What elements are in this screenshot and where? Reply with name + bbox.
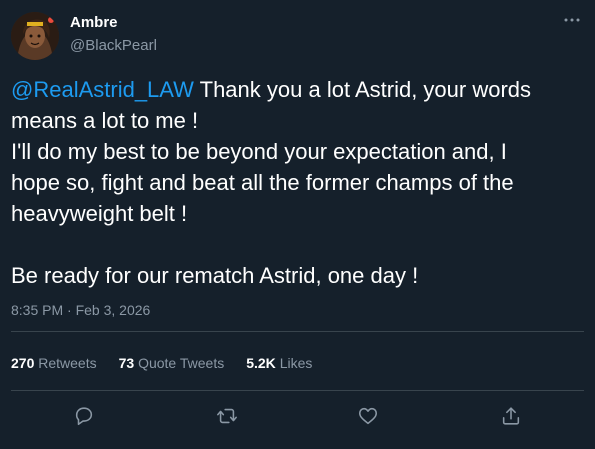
tweet-line: @RealAstrid_LAW Thank you a lot Astrid, … bbox=[11, 74, 586, 105]
retweet-icon bbox=[217, 408, 237, 424]
likes-stat[interactable]: 5.2K Likes bbox=[246, 355, 312, 371]
tweet-actions bbox=[0, 398, 595, 432]
share-button[interactable] bbox=[496, 401, 526, 431]
quote-tweets-count: 73 bbox=[118, 355, 135, 371]
divider bbox=[11, 331, 584, 332]
more-horizontal-icon bbox=[564, 18, 580, 22]
author-display-name[interactable]: Ambre bbox=[70, 14, 118, 31]
tweet-text: @RealAstrid_LAW Thank you a lot Astrid, … bbox=[11, 74, 586, 291]
retweets-count: 270 bbox=[11, 355, 35, 371]
reply-icon bbox=[75, 407, 93, 426]
tweet-line: Be ready for our rematch Astrid, one day… bbox=[11, 263, 419, 288]
tweet-text-segment: Thank you a lot Astrid, your words bbox=[193, 77, 532, 102]
mention-link[interactable]: @RealAstrid_LAW bbox=[11, 77, 194, 102]
likes-count: 5.2K bbox=[246, 355, 276, 371]
share-icon bbox=[502, 407, 520, 425]
quote-tweets-label: Quote Tweets bbox=[138, 355, 225, 371]
divider bbox=[11, 390, 584, 391]
retweets-label: Retweets bbox=[38, 355, 97, 371]
avatar-image bbox=[11, 12, 59, 60]
tweet-line: hope so, fight and beat all the former c… bbox=[11, 170, 514, 195]
more-options-button[interactable] bbox=[560, 10, 584, 30]
tweet-line: I'll do my best to be beyond your expect… bbox=[11, 139, 507, 164]
tweet-timestamp[interactable]: 8:35 PM · Feb 3, 2026 bbox=[11, 302, 150, 318]
retweet-button[interactable] bbox=[212, 401, 242, 431]
author-handle[interactable]: @BlackPearl bbox=[70, 37, 157, 54]
tweet-stats: 270 Retweets 73 Quote Tweets 5.2K Likes bbox=[11, 355, 334, 371]
reply-button[interactable] bbox=[69, 401, 99, 431]
tweet-line: means a lot to me ! bbox=[11, 108, 199, 133]
quote-tweets-stat[interactable]: 73 Quote Tweets bbox=[119, 355, 225, 371]
tweet-line: heavyweight belt ! bbox=[11, 201, 188, 226]
avatar[interactable] bbox=[11, 12, 59, 60]
likes-label: Likes bbox=[279, 355, 313, 371]
like-button[interactable] bbox=[353, 401, 383, 431]
heart-icon bbox=[358, 407, 378, 425]
tweet-card: Ambre @BlackPearl @RealAstrid_LAW Thank … bbox=[0, 0, 595, 449]
retweets-stat[interactable]: 270 Retweets bbox=[11, 355, 97, 371]
